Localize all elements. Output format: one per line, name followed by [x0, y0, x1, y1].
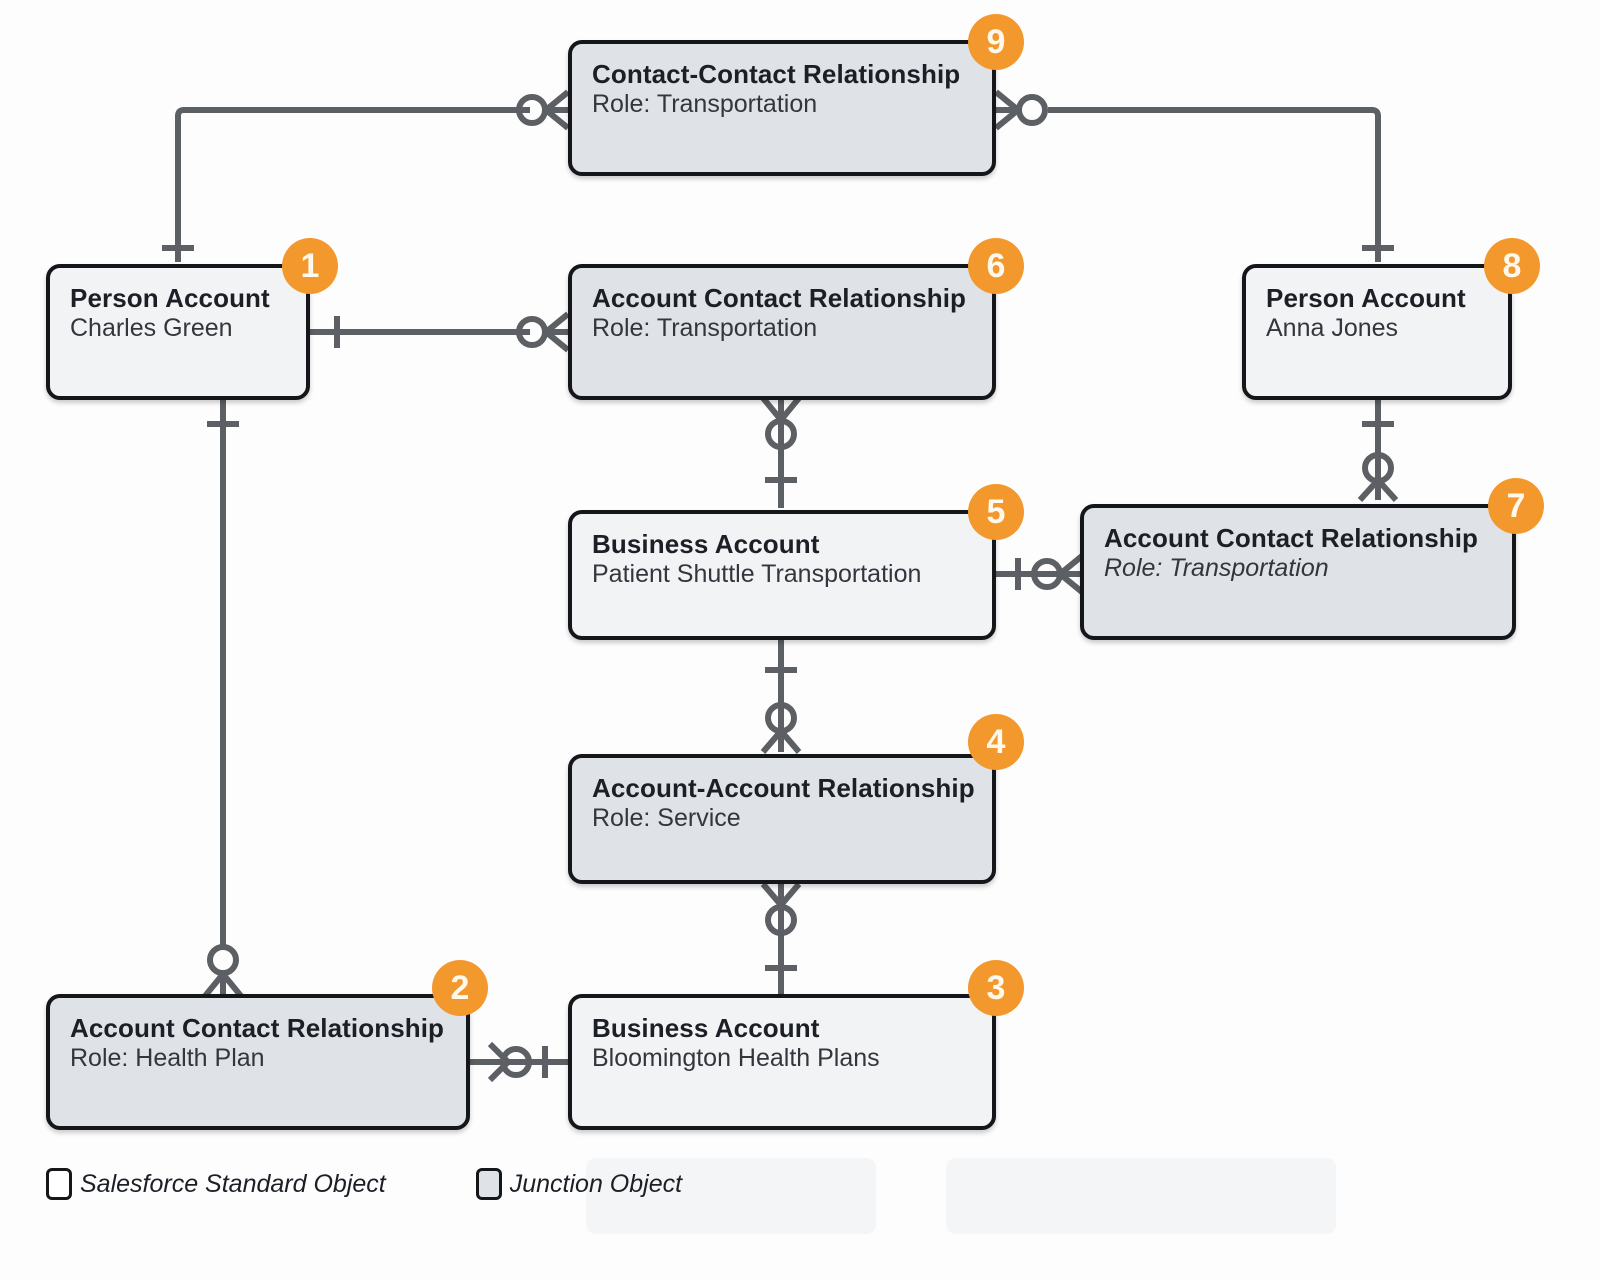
card-many-6-to-5: [760, 396, 802, 422]
card-many-9-to-8: [994, 89, 1020, 131]
badge-1[interactable]: 1: [282, 238, 338, 294]
node-subtitle: Role: Service: [592, 804, 741, 833]
node-title: Account Contact Relationship: [70, 1013, 445, 1043]
legend-label-junction: Junction Object: [509, 1169, 683, 1198]
node-subtitle: Anna Jones: [1266, 314, 1399, 343]
card-many-1-to-2: [202, 972, 244, 998]
node-title: Contact-Contact Relationship: [592, 59, 961, 89]
er-diagram-canvas: Contact-Contact Relationship Role: Trans…: [0, 0, 1600, 1279]
badge-3[interactable]: 3: [968, 960, 1024, 1016]
card-zero-9-to-8: [1016, 94, 1048, 126]
card-many-5-to-4: [760, 729, 802, 754]
card-zero-1-to-2: [207, 944, 239, 976]
node-subtitle: Role: Transportation: [1104, 554, 1329, 583]
decorative-panel-right: [946, 1158, 1336, 1234]
badge-2[interactable]: 2: [432, 960, 488, 1016]
node-account-contact-relationship-health-plan[interactable]: Account Contact Relationship Role: Healt…: [46, 994, 470, 1130]
node-subtitle: Role: Transportation: [592, 314, 818, 343]
badge-4[interactable]: 4: [968, 714, 1024, 770]
card-zero-2-to-3: [500, 1046, 532, 1078]
card-many-7-to-5: [1058, 553, 1084, 595]
node-title: Account Contact Relationship: [1104, 523, 1479, 553]
legend-item-standard-object: Salesforce Standard Object: [46, 1168, 386, 1200]
node-account-contact-relationship-transportation-6[interactable]: Account Contact Relationship Role: Trans…: [568, 264, 996, 400]
card-zero-7-to-5: [1031, 558, 1063, 590]
legend-swatch-junction-icon: [475, 1168, 502, 1200]
connector-1-to-9: [175, 107, 530, 262]
node-contact-contact-relationship[interactable]: Contact-Contact Relationship Role: Trans…: [568, 40, 996, 176]
node-person-account-anna-jones[interactable]: Person Account Anna Jones: [1242, 264, 1512, 400]
card-zero-4-to-3: [765, 904, 797, 936]
node-title: Business Account: [592, 1013, 820, 1043]
node-account-contact-relationship-transportation-7[interactable]: Account Contact Relationship Role: Trans…: [1080, 504, 1516, 640]
legend-label-standard: Salesforce Standard Object: [80, 1169, 386, 1198]
badge-5[interactable]: 5: [968, 484, 1024, 540]
node-title: Account-Account Relationship: [592, 773, 975, 803]
card-zero-1-to-9: [516, 94, 548, 126]
card-many-1-to-9: [544, 89, 570, 131]
node-subtitle: Bloomington Health Plans: [592, 1044, 880, 1073]
node-title: Account Contact Relationship: [592, 283, 967, 313]
node-subtitle: Charles Green: [70, 314, 233, 343]
connector-9-to-8: [1048, 107, 1381, 262]
legend-item-junction-object: Junction Object: [475, 1168, 683, 1200]
node-subtitle: Patient Shuttle Transportation: [592, 560, 922, 589]
badge-6[interactable]: 6: [968, 238, 1024, 294]
node-person-account-charles-green[interactable]: Person Account Charles Green: [46, 264, 310, 400]
card-zero-8-to-7: [1362, 452, 1394, 484]
badge-9[interactable]: 9: [968, 14, 1024, 70]
node-business-account-patient-shuttle[interactable]: Business Account Patient Shuttle Transpo…: [568, 510, 996, 640]
node-title: Person Account: [70, 283, 270, 313]
node-subtitle: Role: Transportation: [592, 90, 818, 119]
card-zero-5-to-4: [765, 702, 797, 734]
node-subtitle: Role: Health Plan: [70, 1044, 265, 1073]
card-many-1-to-6: [544, 311, 570, 353]
legend: Salesforce Standard Object Junction Obje…: [46, 1168, 682, 1200]
node-title: Person Account: [1266, 283, 1466, 313]
card-zero-1-to-6: [516, 316, 548, 348]
card-many-2-to-3: [487, 1041, 511, 1083]
node-business-account-bloomington[interactable]: Business Account Bloomington Health Plan…: [568, 994, 996, 1130]
legend-swatch-standard-icon: [46, 1168, 72, 1200]
card-zero-6-to-5: [765, 418, 797, 450]
badge-7[interactable]: 7: [1488, 478, 1544, 534]
node-account-account-relationship[interactable]: Account-Account Relationship Role: Servi…: [568, 754, 996, 884]
card-many-4-to-3: [760, 882, 802, 907]
badge-8[interactable]: 8: [1484, 238, 1540, 294]
node-title: Business Account: [592, 529, 820, 559]
card-many-8-to-7: [1357, 477, 1399, 503]
